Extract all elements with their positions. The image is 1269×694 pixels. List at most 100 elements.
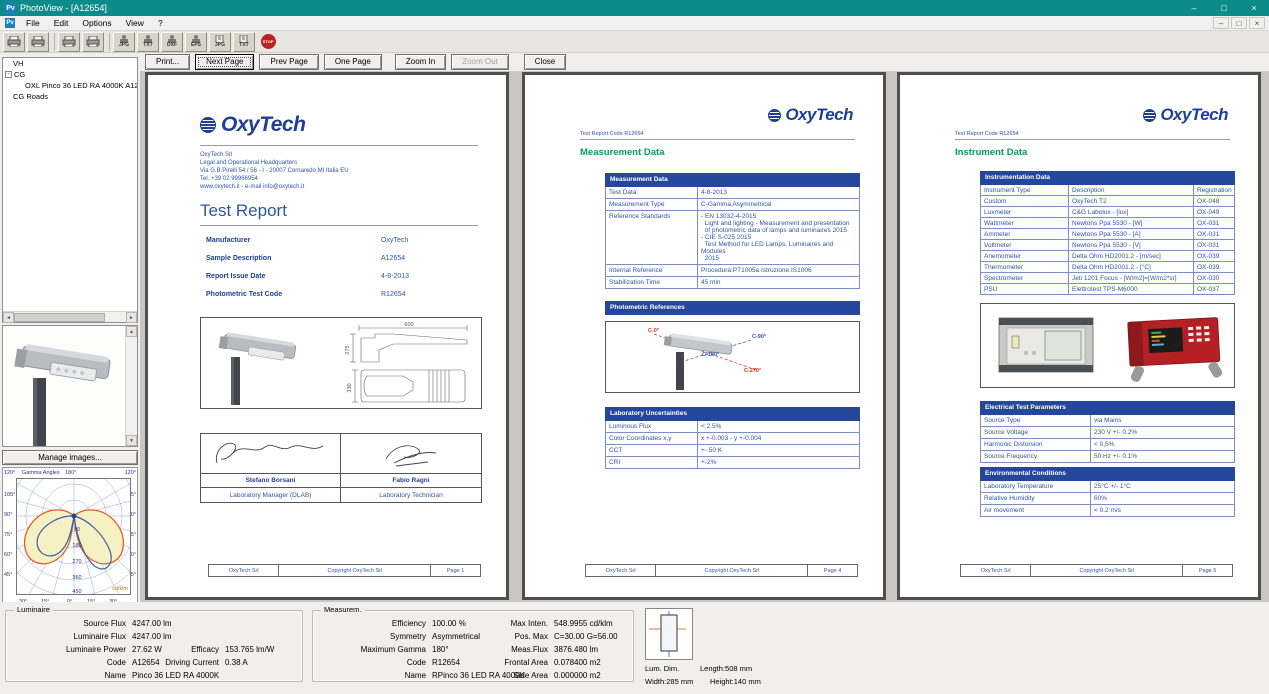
- source-flux-value: 4247.00 lm: [132, 619, 172, 628]
- cplane-label: C-0°: [648, 328, 659, 334]
- luminaire-panel: Luminaire Source Flux4247.00 lm Luminair…: [5, 610, 303, 682]
- measurement-code-value: R12654: [432, 658, 460, 667]
- print-table-icon[interactable]: [82, 32, 104, 52]
- stop-icon: STOP: [261, 34, 276, 49]
- printer-icon: [31, 36, 45, 47]
- max-intensity-value: 548.9955 cd/klm: [554, 619, 613, 628]
- printer-icon: [62, 36, 76, 47]
- close-icon[interactable]: ×: [1239, 0, 1269, 16]
- photometric-references-image: C-0° C-90° C-180° C-270°: [605, 321, 860, 393]
- next-page-button[interactable]: Next Page: [195, 54, 254, 70]
- mdi-restore-icon[interactable]: □: [1231, 17, 1247, 29]
- polar-side-label: 60°: [4, 552, 12, 558]
- stop-button[interactable]: STOP: [257, 32, 279, 52]
- export-dxf-icon[interactable]: DXF: [161, 32, 183, 52]
- radial-tick: 360: [72, 575, 81, 581]
- polar-corner-label: 120°: [4, 470, 15, 476]
- export-txt-icon[interactable]: TXT: [137, 32, 159, 52]
- print-report-icon[interactable]: [58, 32, 80, 52]
- luminaire-power-value: 27.62 W: [132, 645, 162, 654]
- mdi-minimize-icon[interactable]: –: [1213, 17, 1229, 29]
- signer-role: Laboratory Manager (DLAB): [230, 492, 312, 499]
- close-button[interactable]: Close: [524, 54, 566, 70]
- polar-side-label: 45°: [4, 572, 12, 578]
- cplane-luminaire-drawing: [606, 322, 859, 392]
- efficiency-value: 100.00 %: [432, 619, 466, 628]
- product-images-box: 600 275 330: [200, 317, 482, 409]
- cplane-label: C-90°: [752, 334, 766, 340]
- toolbar-separator: [54, 33, 55, 51]
- menu-view[interactable]: View: [119, 18, 151, 28]
- lum-dim-height: Height:140 mm: [710, 677, 761, 686]
- restore-icon[interactable]: □: [1209, 0, 1239, 16]
- mdi-close-icon[interactable]: ×: [1249, 17, 1265, 29]
- menu-edit[interactable]: Edit: [47, 18, 76, 28]
- one-page-button[interactable]: One Page: [324, 54, 382, 70]
- maximum-gamma-value: 180°: [432, 645, 449, 654]
- polar-plot: 90 180 270 360 450 cd/klm: [16, 478, 131, 595]
- tree-item-oxl-pinco[interactable]: OXL Pinco 36 LED RA 4000K A12: [3, 80, 137, 91]
- zoom-out-button: Zoom Out: [451, 54, 509, 70]
- oxytech-logo-icon: [1143, 109, 1156, 122]
- copy-txt-icon[interactable]: TXT: [233, 32, 255, 52]
- photometric-references-title: Photometric References: [605, 301, 860, 315]
- collapse-icon[interactable]: -: [5, 71, 12, 78]
- tree-item-vh[interactable]: VH: [3, 58, 137, 69]
- mdi-document-icon: Pv: [5, 18, 15, 28]
- page-number: Page 4: [808, 565, 857, 576]
- menu-help[interactable]: ?: [151, 18, 170, 28]
- instrument-photos: [981, 304, 1234, 387]
- measured-flux-value: 3876.480 lm: [554, 645, 598, 654]
- luminaire-name-value: Pinco 36 LED RA 4000K: [132, 671, 219, 680]
- print-eulumdat-icon[interactable]: [3, 32, 25, 52]
- report-page-1: OxyTech OxyTech Srl Legal and Operationa…: [145, 72, 509, 600]
- tree-item-cg[interactable]: - CG: [3, 69, 137, 80]
- report-title: Test Report: [200, 201, 287, 221]
- scroll-right-icon[interactable]: ►: [126, 312, 137, 323]
- scroll-down-icon[interactable]: ▼: [126, 435, 137, 446]
- report-page-2: OxyTech Test Report Code R12654 Measurem…: [522, 72, 886, 600]
- polar-top-label: 180°: [65, 470, 76, 476]
- menu-file[interactable]: File: [19, 18, 47, 28]
- polar-side-label: 75°: [4, 532, 12, 538]
- radial-tick: 90: [74, 527, 80, 533]
- export-jpg-icon[interactable]: JPG: [113, 32, 135, 52]
- dim-width-label: 600: [404, 322, 413, 328]
- lum-dim-width: Width:285 mm: [645, 677, 693, 686]
- table-header-row: Instrument Type Description Registration…: [981, 185, 1234, 196]
- photo-vertical-scrollbar[interactable]: ▲ ▼: [125, 326, 137, 446]
- dim-depth-label: 330: [347, 383, 353, 392]
- tree-horizontal-scrollbar[interactable]: ◄ ►: [3, 311, 137, 322]
- dimension-drawing: 600 275 330: [317, 320, 477, 406]
- luminaire-flux-value: 4247.00 lm: [132, 632, 172, 641]
- pos-max-value: C=30.00 G=56.00: [554, 632, 618, 641]
- polar-side-label: 90°: [4, 512, 12, 518]
- oxytech-logo: OxyTech: [200, 113, 305, 137]
- scroll-left-icon[interactable]: ◄: [3, 312, 14, 323]
- export-eps-icon[interactable]: EPS: [185, 32, 207, 52]
- menu-options[interactable]: Options: [75, 18, 118, 28]
- tree-item-cg-roads[interactable]: CG Roads: [3, 91, 137, 102]
- copy-jpg-icon[interactable]: JPG: [209, 32, 231, 52]
- table-row: AmmeterNewtons Ppa 5530 - [A]OX-031: [981, 229, 1234, 240]
- status-area: Luminaire Source Flux4247.00 lm Luminair…: [0, 602, 1269, 694]
- report-code: Test Report Code R12654: [955, 131, 1019, 137]
- polar-unit-label: cd/klm: [112, 586, 128, 592]
- divider: [200, 145, 478, 146]
- prev-page-button[interactable]: Prev Page: [259, 54, 318, 70]
- manage-images-button[interactable]: Manage images...: [2, 450, 138, 465]
- dim-height-label: 275: [345, 345, 351, 354]
- table-row: AnemometerDelta Ohm HD2001.2 - [m/sec]OX…: [981, 251, 1234, 262]
- table-title: Instrumentation Data: [980, 171, 1235, 185]
- print-button[interactable]: Print...: [145, 54, 190, 70]
- oxytech-logo: OxyTech: [768, 105, 853, 125]
- lum-dim-drawing: [646, 609, 692, 659]
- minimize-icon[interactable]: –: [1179, 0, 1209, 16]
- side-area-value: 0.000000 m2: [554, 671, 601, 680]
- scroll-up-icon[interactable]: ▲: [126, 326, 137, 337]
- toolbar-separator: [109, 33, 110, 51]
- table-title: Measurement Data: [605, 173, 860, 187]
- zoom-in-button[interactable]: Zoom In: [395, 54, 446, 70]
- print-photometry-icon[interactable]: [27, 32, 49, 52]
- scrollbar-thumb[interactable]: [14, 313, 105, 322]
